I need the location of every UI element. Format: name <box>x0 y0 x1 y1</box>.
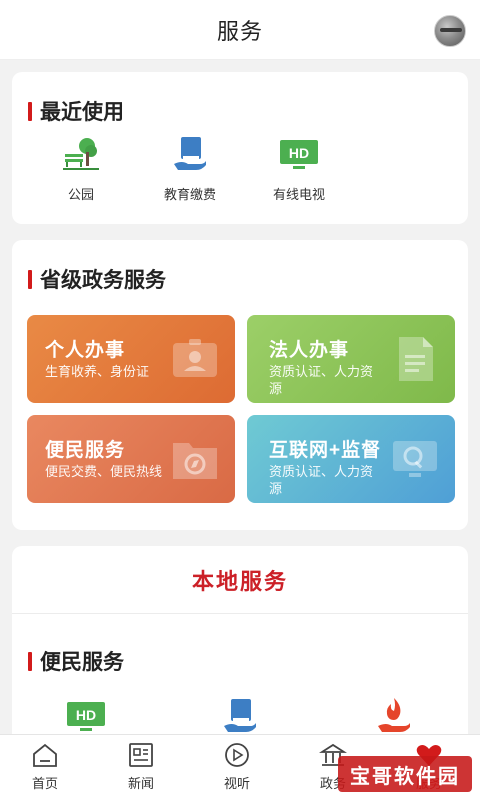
tile-subtitle: 资质认证、人力资源 <box>269 464 374 496</box>
tile-subtitle: 便民交费、便民热线 <box>45 464 163 479</box>
section-accent-bar <box>28 651 32 671</box>
recent-heading-text: 最近使用 <box>40 101 124 124</box>
section-accent-bar <box>28 101 32 121</box>
recent-item-label: 公园 <box>67 187 94 202</box>
hd-tv-icon[interactable]: HD <box>66 696 106 736</box>
play-icon <box>223 741 251 769</box>
local-section-heading: 便民服务 <box>28 646 124 676</box>
home-icon <box>31 741 59 769</box>
id-card-icon <box>171 335 219 383</box>
nav-label: 新闻 <box>127 776 154 791</box>
local-heading-text: 便民服务 <box>40 651 124 674</box>
tile-title: 个人办事 <box>45 340 126 361</box>
recent-item-education-fee[interactable]: 教育缴费 <box>135 134 245 203</box>
recent-list: 公园 教育缴费 HD 有线电视 <box>12 134 468 214</box>
book-pay-icon <box>170 134 210 174</box>
tile-personal-affairs[interactable]: 个人办事 生育收养、身份证 <box>27 315 235 403</box>
section-accent-bar <box>28 269 32 289</box>
document-icon <box>391 335 439 383</box>
recent-card: 最近使用 公园 教育缴费 HD 有线电视 <box>12 72 468 224</box>
local-services-title: 本地服务 <box>12 546 468 614</box>
page-title: 服务 <box>216 18 263 44</box>
hd-badge-text: HD <box>76 707 96 723</box>
nav-label: 首页 <box>31 776 58 791</box>
tile-title: 法人办事 <box>269 340 350 361</box>
local-icon-row: HD <box>12 696 468 736</box>
tile-subtitle: 生育收养、身份证 <box>45 364 150 379</box>
park-icon <box>61 134 101 174</box>
flame-hand-icon[interactable] <box>374 696 414 736</box>
tile-title: 互联网+监督 <box>269 440 382 461</box>
recent-item-cable-tv[interactable]: HD 有线电视 <box>244 134 354 203</box>
nav-news[interactable]: 新闻 <box>106 741 176 792</box>
recent-section-heading: 最近使用 <box>28 96 124 126</box>
province-section-heading: 省级政务服务 <box>28 264 166 294</box>
news-icon <box>127 741 155 769</box>
recent-item-park[interactable]: 公园 <box>26 134 136 203</box>
nav-home[interactable]: 首页 <box>10 741 80 792</box>
hd-tv-icon: HD <box>279 134 319 174</box>
avatar[interactable] <box>434 15 466 47</box>
nav-media[interactable]: 视听 <box>202 741 272 792</box>
top-bar: 服务 <box>0 0 480 60</box>
nav-label: 视听 <box>223 776 250 791</box>
recent-item-label: 有线电视 <box>272 187 325 202</box>
watermark: 宝哥软件园 <box>338 756 472 792</box>
tile-convenience-services[interactable]: 便民服务 便民交费、便民热线 <box>27 415 235 503</box>
hd-badge-text: HD <box>289 145 309 161</box>
province-services-card: 省级政务服务 个人办事 生育收养、身份证 法人办事 资质认证、人力资源 便民服务… <box>12 240 468 530</box>
folder-compass-icon <box>171 435 219 483</box>
province-heading-text: 省级政务服务 <box>40 269 166 292</box>
book-pay-icon[interactable] <box>220 696 260 736</box>
tile-internet-supervision[interactable]: 互联网+监督 资质认证、人力资源 <box>247 415 455 503</box>
tile-legal-person-affairs[interactable]: 法人办事 资质认证、人力资源 <box>247 315 455 403</box>
tile-subtitle: 资质认证、人力资源 <box>269 364 374 396</box>
tile-title: 便民服务 <box>45 440 126 461</box>
monitor-icon <box>391 435 439 483</box>
recent-item-label: 教育缴费 <box>163 187 216 202</box>
